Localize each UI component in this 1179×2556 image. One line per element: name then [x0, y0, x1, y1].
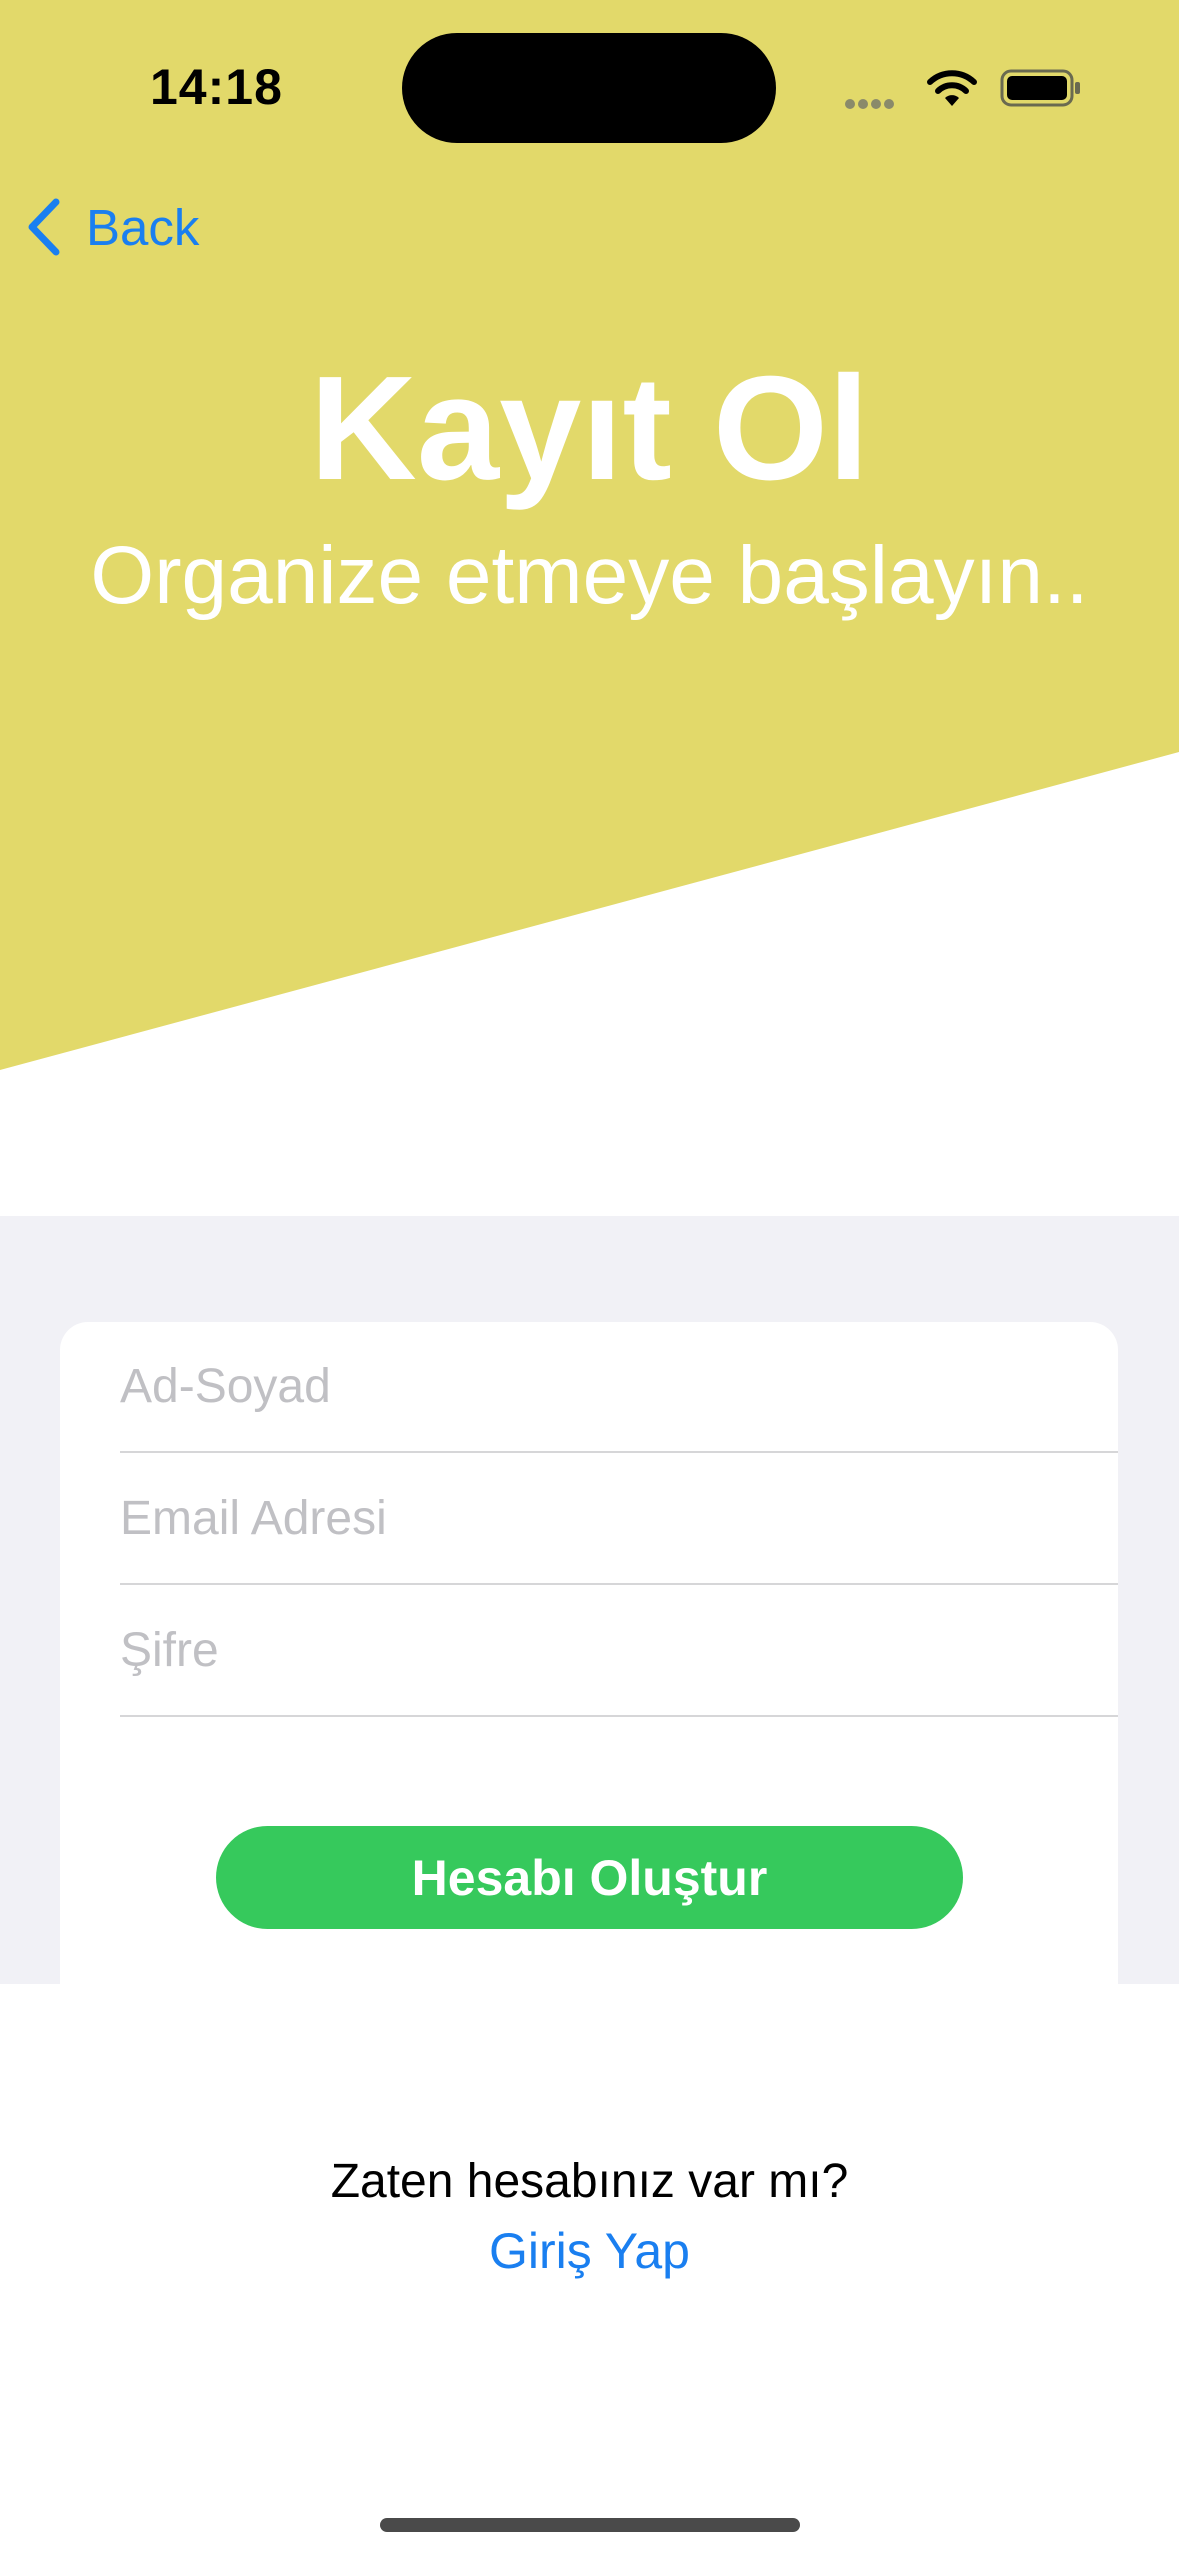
- login-link[interactable]: Giriş Yap: [0, 2222, 1179, 2280]
- signal-dots-icon: [845, 96, 905, 109]
- wifi-icon: [927, 70, 977, 106]
- home-indicator[interactable]: [380, 2518, 800, 2532]
- page-title: Kayıt Ol: [309, 346, 870, 511]
- dynamic-island: [402, 33, 776, 143]
- chevron-left-icon: [28, 198, 60, 256]
- back-button[interactable]: Back: [26, 195, 199, 259]
- password-field[interactable]: [120, 1586, 1118, 1717]
- battery-icon: [1000, 69, 1080, 107]
- existing-account-question: Zaten hesabınız var mı?: [330, 2155, 849, 2208]
- status-bar: 14:18: [0, 0, 1179, 170]
- signup-screen: 14:18 Back Kayıt Ol Organize etmeye başl…: [0, 0, 1179, 2556]
- email-field[interactable]: [120, 1454, 1118, 1585]
- create-account-button[interactable]: Hesabı Oluştur: [216, 1826, 963, 1929]
- back-label: Back: [86, 198, 200, 256]
- status-time: 14:18: [150, 59, 283, 115]
- full-name-field[interactable]: [120, 1322, 1118, 1453]
- page-subtitle: Organize etmeye başlayın..: [90, 530, 1089, 621]
